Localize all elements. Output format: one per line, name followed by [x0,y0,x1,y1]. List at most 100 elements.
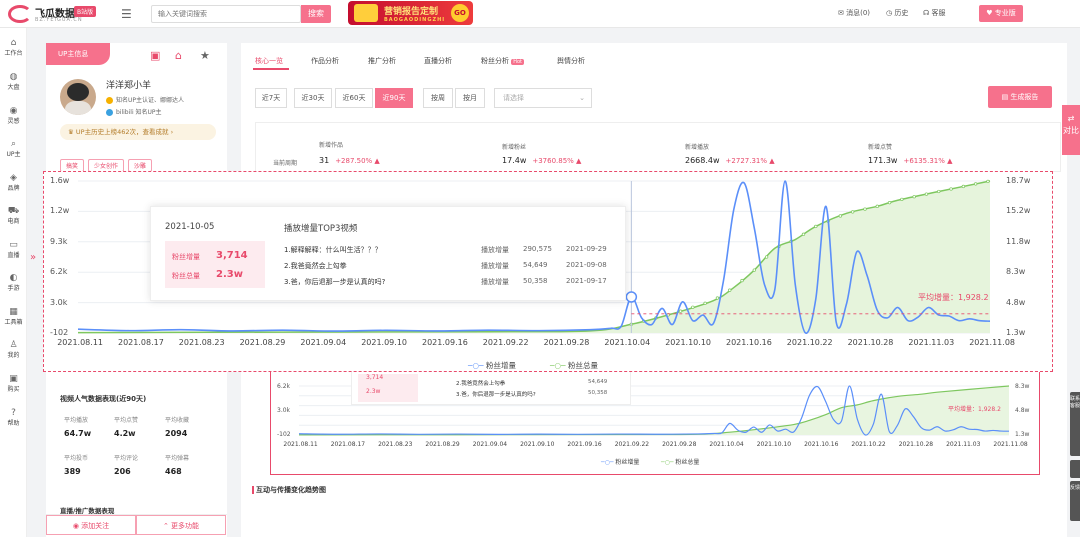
report-banner[interactable]: 营销报告定制 BAOGAODINGZHI GO [348,1,473,25]
nav-workbench[interactable]: ⌂ 工作台 [0,38,27,57]
tab-active-indicator [253,68,289,70]
legend-small-gain[interactable]: ─○─ 粉丝增量 [601,457,639,466]
messages-label: 消息(0) [846,9,871,17]
x-tick: 2021.08.17 [118,338,164,347]
kpi-value: 2668.4w +2727.31% ▲ [685,156,775,165]
nav-games[interactable]: ◐ 手游 [0,273,27,292]
kpi-change: +287.50% ▲ [335,157,380,165]
video-title: 3.爸，你后退那一步是认真的吗? [456,392,536,398]
nav-label: 直播 [7,252,20,259]
nav-mine[interactable]: ♙ 我的 [0,340,27,359]
range-30d[interactable]: 近30天 [294,88,332,108]
star-icon[interactable]: ★ [200,49,210,62]
tab-opinion[interactable]: 舆情分析 [557,56,585,66]
rank-achievement[interactable]: ♛ UP主历史上榜462次，查看成就 › [60,124,216,140]
tooltip-gain-value: 3,714 [216,250,248,261]
chevron-down-icon: ⌄ [579,94,585,102]
stat-value: 468 [165,467,182,476]
kpi-label: 新增粉丝 [502,144,527,151]
feedback-button[interactable]: 反馈 [1070,481,1080,521]
bilibili-tv-icon[interactable]: ▣ [150,49,160,62]
nav-brand[interactable]: ◈ 品牌 [0,173,27,192]
date-select[interactable]: 请选择 ⌄ [494,88,592,108]
nav-label: 品牌 [7,185,20,192]
home-page-icon[interactable]: ⌂ [175,49,182,62]
left-nav: ⌂ 工作台 ◍ 大盘 ◉ 灵感 ⌕ UP主 ◈ 品牌 ⛟ 电商 ▭ 直播 ◐ 手游 ▦ 工具箱 ♙… [0,28,27,537]
unit-week[interactable]: 按周 [423,88,453,108]
compare-tab[interactable]: ⇄ 对比 [1062,105,1080,155]
legend-fans-gain[interactable]: ─○─ 粉丝增量 [468,360,516,371]
history-link[interactable]: ◷ 历史 [886,8,908,18]
fans-total-point [764,255,769,259]
y-tick: 9.3k [50,236,68,246]
x-tick: 2021.08.29 [239,338,286,347]
kpi-change: +3760.85% ▲ [532,157,582,165]
range-60d[interactable]: 近60天 [335,88,373,108]
x-tick: 2021.09.28 [662,441,697,448]
fans-chart-zoomed: 1.6w 1.2w 9.3k 6.2k 3.0k -102 18.7w 15.2w 11.8w… [43,171,1053,372]
y-tick: -102 [277,431,291,438]
banner-go-button[interactable]: GO [451,4,469,22]
pro-version-button[interactable]: ♥ 专业版 [979,5,1023,22]
hot-badge: Hot [511,59,525,65]
nav-tools[interactable]: ▦ 工具箱 [0,307,27,326]
range-90d[interactable]: 近90天 [375,88,413,108]
tooltip-gain-label: 粉丝增量 [172,253,200,261]
messages-link[interactable]: ✉ 消息(0) [838,8,870,18]
kpi-label: 新增作品 [319,142,344,149]
tab-overview[interactable]: 核心一览 [255,56,283,66]
nav-market[interactable]: ◍ 大盘 [0,72,27,91]
verify-line: 知名UP主认证、娜娜达人 [106,95,184,104]
tab-promotion[interactable]: 推广分析 [368,56,396,66]
nav-up[interactable]: ⌕ UP主 [0,139,27,158]
tab-works[interactable]: 作品分析 [311,56,339,66]
more-functions-button[interactable]: ⌃ 更多功能 [136,515,226,535]
hover-point[interactable] [625,291,638,303]
compare-label: 对比 [1063,126,1079,135]
nav-purchase[interactable]: ▣ 购买 [0,374,27,393]
purchase-icon: ▣ [9,374,18,384]
nav-help[interactable]: ? 帮助 [0,408,27,427]
generate-report-button[interactable]: ▤ 生成报告 [988,86,1052,108]
nav-live[interactable]: ▭ 直播 [0,240,27,259]
y-tick-right: 11.8w [1006,236,1031,246]
search-input[interactable] [151,5,301,23]
cart-icon: ⛟ [7,206,20,216]
nav-label: 我的 [7,352,20,359]
collapse-chevron-icon[interactable]: » [30,252,36,263]
gamepad-icon: ◐ [9,273,18,283]
avatar [60,79,96,115]
video-date: 2021-09-29 [566,245,607,253]
wechat-icon[interactable] [1070,460,1080,478]
nav-label: 手游 [7,285,20,292]
x-tick: 2021.09.16 [567,441,602,448]
x-tick: 2021.10.22 [851,441,886,448]
x-tick: 2021.10.16 [804,441,839,448]
history-label: 历史 [894,9,909,17]
legend-fans-total[interactable]: ─○─ 粉丝总量 [550,360,598,371]
tooltip-small: 3,714 2.3w 2.我爸竟然会上勾拳 3.爸，你后退那一步是认真的吗? 5… [351,371,631,405]
search-button[interactable]: 搜索 [301,5,331,23]
rank-text: UP主历史上榜462次，查看成就 [75,128,169,136]
x-tick: 2021.10.28 [847,338,894,347]
unit-month[interactable]: 按月 [455,88,485,108]
nav-inspiration[interactable]: ◉ 灵感 [0,106,27,125]
follow-button[interactable]: ◉ 添加关注 [46,515,136,535]
nav-ecommerce[interactable]: ⛟ 电商 [0,206,27,225]
x-tick: 2021.10.04 [604,338,651,347]
y-tick-right: 15.2w [1006,206,1031,216]
x-tick: 2021.09.04 [300,338,347,347]
range-7d[interactable]: 近7天 [255,88,287,108]
service-link[interactable]: ☊ 客服 [923,8,945,18]
legend-small-total[interactable]: ─○─ 粉丝总量 [661,457,699,466]
contact-service-button[interactable]: 联系客服 [1070,392,1080,456]
tab-fans[interactable]: 粉丝分析 Hot [481,56,525,66]
nav-label: 大盘 [7,84,20,91]
tab-live[interactable]: 直播分析 [424,56,452,66]
logo-icon[interactable] [8,5,32,23]
legend-label: 粉丝增量 [615,459,640,466]
video-play-label: 播放增量 [481,246,509,254]
x-tick: 2021.11.03 [946,441,981,448]
menu-toggle-icon[interactable]: ☰ [121,7,132,21]
stat-label: 平均播放 [64,417,89,424]
